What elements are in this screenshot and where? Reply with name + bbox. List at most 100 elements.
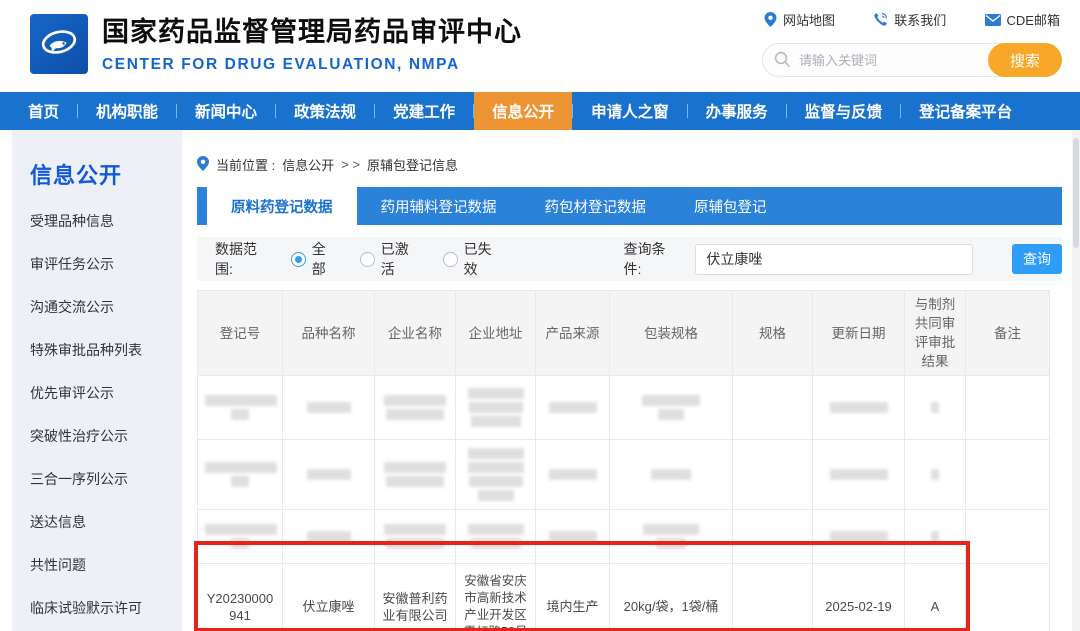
contact-link[interactable]: 联系我们: [873, 10, 946, 29]
sidebar-item-clinical-trial-license[interactable]: 临床试验默示许可: [30, 587, 182, 630]
radio-label: 全部: [312, 239, 340, 279]
phone-icon: [873, 12, 888, 27]
query-condition-label: 查询条件:: [624, 239, 684, 279]
redacted-cell: [610, 440, 733, 510]
redacted-cell: [905, 376, 966, 440]
page: 国家药品监督管理局药品审评中心 CENTER FOR DRUG EVALUATI…: [0, 0, 1080, 631]
cell-spec: [733, 564, 813, 631]
cde-logo[interactable]: [30, 14, 88, 74]
table-row-highlighted: Y20230000941 伏立康唑 安徽普利药业有限公司 安徽省安庆市高新技术产…: [198, 564, 1050, 631]
breadcrumb-section-link[interactable]: 信息公开: [282, 155, 334, 174]
sitemap-link[interactable]: 网站地图: [764, 10, 835, 29]
redacted-cell: [733, 510, 813, 564]
quick-links: 网站地图 联系我们 CDE邮箱: [762, 10, 1062, 29]
query-input[interactable]: [695, 244, 973, 275]
query-button[interactable]: 查询: [1012, 244, 1062, 274]
filter-bar: 数据范围: 全部 已激活 已失效 查询条件:: [197, 237, 1062, 281]
redacted-cell: [456, 510, 536, 564]
breadcrumb-separator: > >: [341, 157, 360, 172]
nav-item-applicant-window[interactable]: 申请人之窗: [573, 92, 687, 130]
sidebar-item-priority-review[interactable]: 优先审评公示: [30, 372, 182, 415]
radio-option-all[interactable]: 全部: [291, 239, 340, 279]
tab-api-registration[interactable]: 原料药登记数据: [207, 187, 357, 225]
sidebar-item-special-approval[interactable]: 特殊审批品种列表: [30, 329, 182, 372]
tab-bar: 原料药登记数据 药用辅料登记数据 药包材登记数据 原辅包登记: [197, 187, 1062, 225]
breadcrumb-label: 当前位置 :: [216, 155, 275, 174]
redacted-cell: [283, 440, 375, 510]
nav-item-functions[interactable]: 机构职能: [78, 92, 176, 130]
nav-item-supervision[interactable]: 监督与反馈: [787, 92, 901, 130]
nav-item-info-disclosure[interactable]: 信息公开: [474, 92, 572, 130]
nav-item-party[interactable]: 党建工作: [375, 92, 473, 130]
radio-label: 已失效: [464, 239, 506, 279]
mailbox-label: CDE邮箱: [1007, 10, 1060, 29]
main-panel: 当前位置 : 信息公开 > > 原辅包登记信息 原料药登记数据 药用辅料登记数据…: [182, 130, 1080, 631]
nav-item-news[interactable]: 新闻中心: [177, 92, 275, 130]
nav-item-registration-platform[interactable]: 登记备案平台: [901, 92, 1030, 130]
content: 信息公开 受理品种信息 审评任务公示 沟通交流公示 特殊审批品种列表 优先审评公…: [0, 130, 1080, 631]
site-subtitle: CENTER FOR DRUG EVALUATION, NMPA: [102, 56, 522, 74]
sidebar-item-delivery-info[interactable]: 送达信息: [30, 501, 182, 544]
radio-icon: [443, 252, 458, 267]
redacted-cell: [283, 510, 375, 564]
tab-packaging-registration[interactable]: 药包材登记数据: [521, 187, 671, 225]
fish-swirl-icon: [36, 19, 82, 70]
sidebar-item-three-in-one[interactable]: 三合一序列公示: [30, 458, 182, 501]
table-header-row: 登记号 品种名称 企业名称 企业地址 产品来源 包装规格 规格 更新日期 与制剂…: [198, 291, 1050, 376]
sidebar-item-common-issues[interactable]: 共性问题: [30, 544, 182, 587]
table-row-redacted: [198, 440, 1050, 510]
sitemap-label: 网站地图: [783, 10, 835, 29]
breadcrumb: 当前位置 : 信息公开 > > 原辅包登记信息: [197, 155, 1062, 174]
search-bar: 搜索: [762, 43, 1062, 77]
tab-apief-registration[interactable]: 原辅包登记: [670, 187, 791, 225]
redacted-cell: [733, 376, 813, 440]
sidebar-item-accepted-varieties[interactable]: 受理品种信息: [30, 200, 182, 243]
tab-excipient-registration[interactable]: 药用辅料登记数据: [357, 187, 521, 225]
table-row-redacted: [198, 376, 1050, 440]
sidebar-item-communication[interactable]: 沟通交流公示: [30, 286, 182, 329]
sidebar-item-breakthrough-therapy[interactable]: 突破性治疗公示: [30, 415, 182, 458]
redacted-cell: [456, 440, 536, 510]
mailbox-link[interactable]: CDE邮箱: [985, 10, 1060, 29]
nav-item-policy[interactable]: 政策法规: [276, 92, 374, 130]
redacted-cell: [610, 510, 733, 564]
scrollbar-thumb[interactable]: [1073, 138, 1079, 248]
redacted-cell: [966, 440, 1050, 510]
nav-item-home[interactable]: 首页: [10, 92, 77, 130]
sidebar-item-review-tasks[interactable]: 审评任务公示: [30, 243, 182, 286]
col-header-registration-no: 登记号: [198, 291, 283, 376]
redacted-cell: [536, 376, 610, 440]
redacted-cell: [375, 376, 456, 440]
search-icon: [774, 51, 791, 73]
contact-label: 联系我们: [894, 10, 946, 29]
location-pin-icon: [764, 12, 777, 27]
redacted-cell: [733, 440, 813, 510]
cell-packaging-spec: 20kg/袋，1袋/桶: [610, 564, 733, 631]
breadcrumb-current-page: 原辅包登记信息: [367, 155, 458, 174]
redacted-cell: [198, 440, 283, 510]
cell-remarks: [966, 564, 1050, 631]
col-header-variety-name: 品种名称: [283, 291, 375, 376]
site-title-block: 国家药品监督管理局药品审评中心 CENTER FOR DRUG EVALUATI…: [102, 10, 522, 74]
redacted-cell: [198, 376, 283, 440]
mail-icon: [985, 14, 1001, 26]
col-header-remarks: 备注: [966, 291, 1050, 376]
scrollbar-track: [1072, 130, 1080, 631]
redacted-cell: [966, 510, 1050, 564]
breadcrumb-pin-icon: [197, 156, 209, 174]
col-header-joint-review-result: 与制剂共同审评审批结果: [905, 291, 966, 376]
radio-option-expired[interactable]: 已失效: [443, 239, 506, 279]
redacted-cell: [813, 510, 905, 564]
radio-icon: [291, 252, 306, 267]
nav-item-services[interactable]: 办事服务: [688, 92, 786, 130]
redacted-cell: [905, 510, 966, 564]
cell-registration-no: Y20230000941: [198, 564, 283, 631]
radio-icon: [360, 252, 375, 267]
col-header-company-address: 企业地址: [456, 291, 536, 376]
redacted-cell: [198, 510, 283, 564]
redacted-cell: [905, 440, 966, 510]
col-header-product-source: 产品来源: [536, 291, 610, 376]
search-button[interactable]: 搜索: [988, 43, 1062, 77]
main-navbar: 首页 机构职能 新闻中心 政策法规 党建工作 信息公开 申请人之窗 办事服务 监…: [0, 92, 1080, 130]
radio-option-activated[interactable]: 已激活: [360, 239, 423, 279]
